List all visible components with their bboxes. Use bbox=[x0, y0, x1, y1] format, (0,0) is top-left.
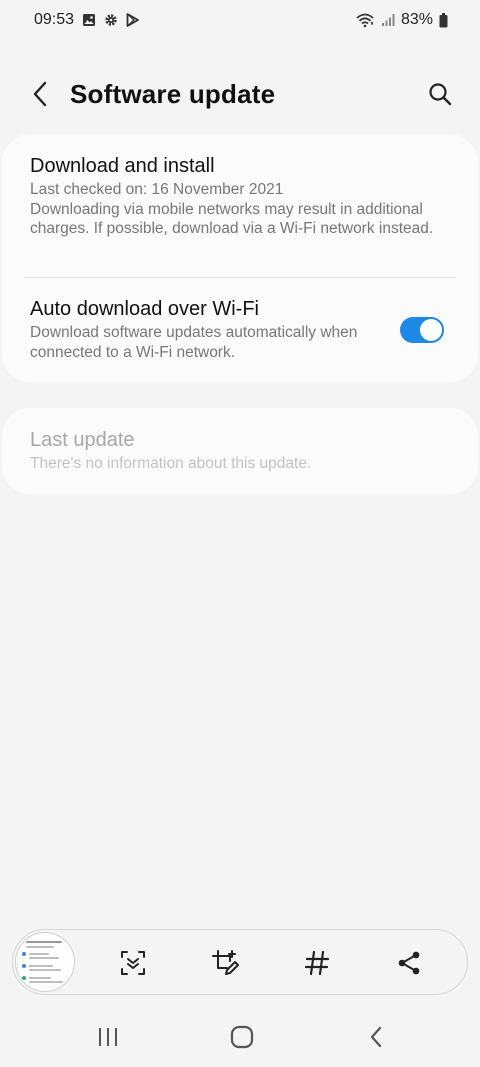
crop-edit-button[interactable] bbox=[205, 943, 245, 983]
last-update-item: Last update There's no information about… bbox=[30, 428, 450, 474]
download-and-install-title: Download and install bbox=[30, 155, 215, 177]
status-left: 09:53 bbox=[34, 11, 139, 29]
play-store-icon bbox=[126, 13, 139, 27]
scroll-capture-button[interactable] bbox=[113, 943, 153, 983]
toggle-knob bbox=[420, 319, 442, 341]
battery-icon bbox=[439, 12, 448, 28]
recents-icon bbox=[99, 1028, 117, 1046]
status-time: 09:53 bbox=[34, 11, 75, 28]
page-title: Software update bbox=[70, 79, 276, 109]
last-update-title: Last update bbox=[30, 429, 135, 451]
share-button[interactable] bbox=[389, 943, 429, 983]
home-icon bbox=[230, 1025, 254, 1049]
thumbnail-line bbox=[26, 941, 62, 943]
divider bbox=[24, 277, 456, 278]
update-options-card: Download and install Last checked on: 16… bbox=[2, 134, 478, 382]
thumbnail-line bbox=[29, 981, 63, 983]
hashtag-button[interactable] bbox=[297, 943, 337, 983]
mobile-network-note: Downloading via mobile networks may resu… bbox=[30, 200, 434, 238]
recents-button[interactable] bbox=[88, 1022, 128, 1052]
wifi-icon bbox=[355, 12, 375, 28]
battery-percent: 83% bbox=[400, 11, 433, 28]
thumbnail-line bbox=[29, 977, 51, 979]
thumbnail-dot bbox=[22, 964, 26, 968]
search-icon bbox=[429, 83, 452, 106]
hashtag-icon bbox=[304, 950, 330, 976]
nav-back-button[interactable] bbox=[356, 1022, 396, 1052]
signal-icon bbox=[381, 13, 395, 27]
home-button[interactable] bbox=[222, 1022, 262, 1052]
chevron-left-icon bbox=[33, 81, 47, 107]
last-update-card: Last update There's no information about… bbox=[2, 408, 478, 494]
image-icon bbox=[82, 13, 96, 27]
navigation-bar bbox=[0, 1010, 480, 1067]
status-bar: 09:53 83% bbox=[0, 0, 480, 40]
gear-icon bbox=[104, 13, 118, 27]
auto-download-description: Download software updates automatically … bbox=[30, 324, 358, 361]
thumbnail-dot bbox=[22, 976, 26, 980]
screenshot-toolbar bbox=[12, 929, 468, 995]
last-checked-text: Last checked on: 16 November 2021 bbox=[30, 181, 284, 198]
auto-download-title: Auto download over Wi-Fi bbox=[30, 298, 259, 320]
thumbnail-line bbox=[29, 969, 61, 971]
status-right: 83% bbox=[355, 11, 448, 29]
thumbnail-line bbox=[29, 953, 49, 955]
thumbnail-line bbox=[29, 965, 53, 967]
screenshot-thumbnail[interactable] bbox=[15, 932, 75, 992]
thumbnail-dot bbox=[22, 952, 26, 956]
back-button[interactable] bbox=[24, 76, 56, 112]
back-icon bbox=[370, 1026, 382, 1048]
auto-download-toggle[interactable] bbox=[400, 317, 444, 343]
last-update-description: There's no information about this update… bbox=[30, 455, 312, 472]
thumbnail-line bbox=[29, 957, 59, 959]
share-icon bbox=[398, 951, 420, 975]
search-button[interactable] bbox=[424, 76, 456, 112]
scroll-capture-icon bbox=[121, 951, 145, 975]
auto-download-item[interactable]: Auto download over Wi-Fi Download softwa… bbox=[30, 297, 358, 362]
app-header: Software update bbox=[0, 62, 480, 126]
download-and-install-item[interactable]: Download and install Last checked on: 16… bbox=[30, 154, 450, 239]
crop-edit-icon bbox=[212, 950, 239, 975]
thumbnail-line bbox=[26, 946, 54, 948]
